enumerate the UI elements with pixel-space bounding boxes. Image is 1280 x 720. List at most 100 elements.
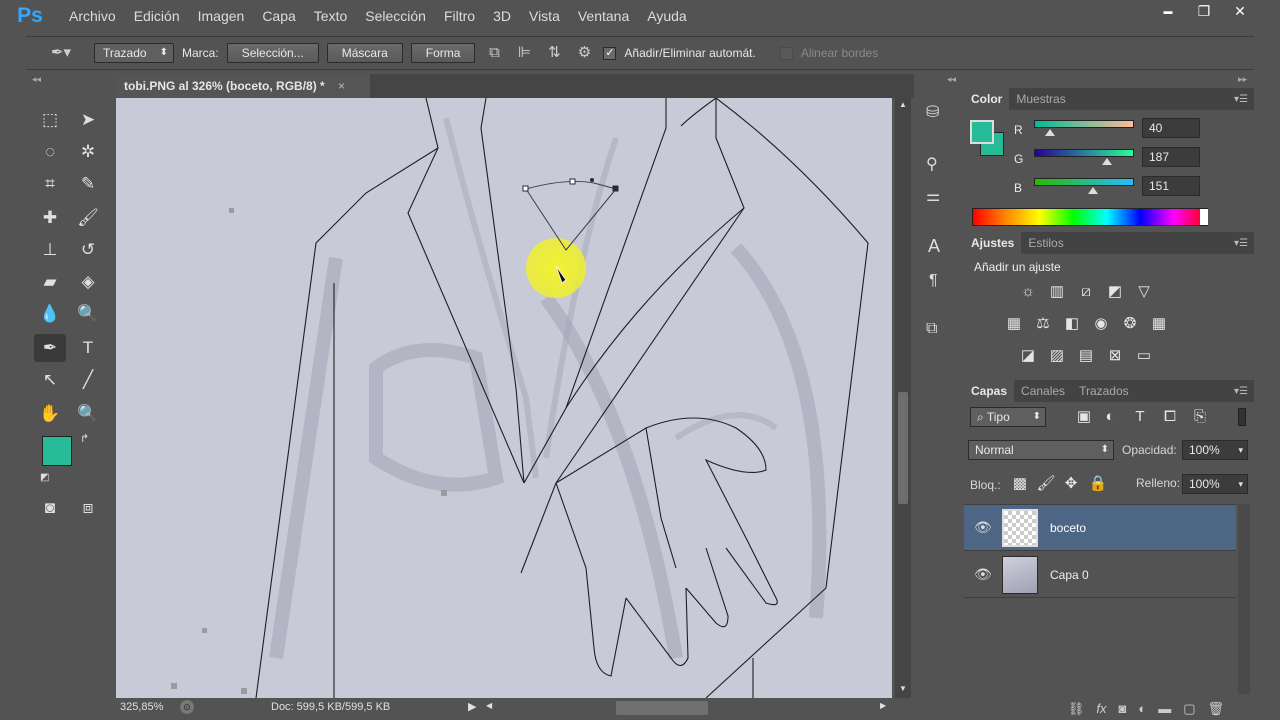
- marquee-tool-icon[interactable]: ⬚: [34, 106, 66, 134]
- swap-colors-icon[interactable]: ↱: [80, 432, 89, 445]
- magic-wand-tool-icon[interactable]: ✲: [72, 138, 104, 166]
- eyedropper-tool-icon[interactable]: ✎: [72, 170, 104, 198]
- foreground-color-swatch[interactable]: [42, 436, 72, 466]
- opacity-field[interactable]: 100% ▾: [1182, 440, 1248, 460]
- type-tool-icon[interactable]: T: [72, 334, 104, 362]
- fill-field[interactable]: 100% ▾: [1182, 474, 1248, 494]
- menu-ayuda[interactable]: Ayuda: [638, 0, 695, 32]
- brush-presets-panel-icon[interactable]: ⚲: [926, 154, 938, 174]
- align-edges-checkbox[interactable]: [779, 46, 793, 60]
- line-tool-icon[interactable]: ╱: [72, 366, 104, 394]
- share-icon[interactable]: ⊙: [180, 700, 194, 714]
- filter-shape-icon[interactable]: ⧠: [1160, 407, 1180, 427]
- tool-mode-select[interactable]: Trazado: [94, 43, 174, 63]
- restore-button[interactable]: ❐: [1186, 0, 1222, 22]
- menu-seleccion[interactable]: Selección: [356, 0, 435, 32]
- default-colors-icon[interactable]: ◩: [40, 472, 49, 483]
- paint-bucket-tool-icon[interactable]: ◈: [72, 268, 104, 296]
- eraser-tool-icon[interactable]: ▰: [34, 268, 66, 296]
- exposure-icon[interactable]: ◩: [1105, 282, 1125, 302]
- tab-swatches[interactable]: Muestras: [1009, 88, 1072, 110]
- lasso-tool-icon[interactable]: ◌: [34, 138, 66, 166]
- clone-stamp-tool-icon[interactable]: ⊥: [34, 236, 66, 264]
- path-selection-tool-icon[interactable]: ↖: [34, 366, 66, 394]
- gear-icon[interactable]: ⚙: [573, 42, 595, 64]
- menu-capa[interactable]: Capa: [253, 0, 304, 32]
- vibrance-icon[interactable]: ▽: [1134, 282, 1154, 302]
- crop-tool-icon[interactable]: ⌗: [34, 170, 66, 198]
- channel-value-field[interactable]: 187: [1142, 147, 1200, 167]
- channel-slider-thumb[interactable]: [1102, 158, 1112, 165]
- collapse-toolbox-icon[interactable]: ◂◂: [32, 74, 41, 85]
- paragraph-panel-icon[interactable]: ¶: [929, 272, 938, 290]
- tab-color[interactable]: Color: [964, 88, 1010, 110]
- tab-layers[interactable]: Capas: [964, 380, 1015, 402]
- visibility-eye-icon[interactable]: 👁: [974, 519, 992, 536]
- scrollbar-thumb[interactable]: [898, 392, 908, 504]
- invert-icon[interactable]: ◪: [1018, 346, 1038, 366]
- document-tab[interactable]: tobi.PNG al 326% (boceto, RGB/8) * ×: [114, 74, 370, 98]
- filter-smart-object-icon[interactable]: ⎘: [1190, 407, 1210, 427]
- brightness-contrast-icon[interactable]: ☼: [1018, 282, 1038, 302]
- screen-mode-icon[interactable]: ⧈: [72, 494, 104, 522]
- close-document-icon[interactable]: ×: [338, 79, 345, 93]
- tab-paths[interactable]: Trazados: [1072, 380, 1136, 402]
- scroll-up-arrow-icon[interactable]: ▲: [899, 100, 907, 109]
- brush-panel-icon[interactable]: ⚌: [926, 186, 940, 206]
- blend-mode-select[interactable]: Normal ⬍: [968, 440, 1114, 460]
- new-adjustment-layer-icon[interactable]: ◐: [1138, 698, 1146, 720]
- curves-icon[interactable]: ⧄: [1076, 282, 1096, 302]
- layer-row-capa-0[interactable]: 👁 Capa 0: [964, 552, 1236, 598]
- menu-filtro[interactable]: Filtro: [435, 0, 484, 32]
- filter-adjustment-icon[interactable]: ◐: [1100, 407, 1120, 427]
- menu-texto[interactable]: Texto: [305, 0, 356, 32]
- quick-mask-icon[interactable]: ◙: [34, 494, 66, 522]
- channel-slider[interactable]: [1034, 149, 1134, 157]
- selection-button[interactable]: Selección...: [226, 43, 319, 63]
- auto-add-delete-checkbox[interactable]: ✓: [603, 46, 617, 60]
- color-balance-icon[interactable]: ⚖: [1033, 314, 1053, 334]
- color-spectrum-ramp[interactable]: [972, 208, 1208, 226]
- history-brush-tool-icon[interactable]: ↺: [72, 236, 104, 264]
- panel-menu-icon[interactable]: ▾☰: [1234, 94, 1248, 105]
- channel-mixer-icon[interactable]: ❂: [1120, 314, 1140, 334]
- tab-styles[interactable]: Estilos: [1021, 232, 1070, 254]
- selective-color-icon[interactable]: ⊠: [1105, 346, 1125, 366]
- menu-imagen[interactable]: Imagen: [189, 0, 254, 32]
- menu-3d[interactable]: 3D: [484, 0, 520, 32]
- hue-saturation-icon[interactable]: ▦: [1004, 314, 1024, 334]
- path-operations-icon[interactable]: ⧉: [483, 42, 505, 64]
- layer-row-boceto[interactable]: 👁 boceto: [964, 505, 1236, 551]
- blur-tool-icon[interactable]: 💧: [34, 300, 66, 328]
- posterize-icon[interactable]: ▨: [1047, 346, 1067, 366]
- menu-ventana[interactable]: Ventana: [569, 0, 638, 32]
- layer-filter-select[interactable]: ⌕ Tipo ⬍: [970, 407, 1046, 427]
- panel-menu-icon[interactable]: ▾☰: [1234, 238, 1248, 249]
- properties-panel-icon[interactable]: ⧉: [926, 320, 937, 338]
- new-layer-icon[interactable]: ▢: [1183, 698, 1195, 720]
- pen-tool-preset-icon[interactable]: ✒▾: [50, 42, 72, 64]
- channel-slider[interactable]: [1034, 178, 1134, 186]
- scroll-down-arrow-icon[interactable]: ▼: [899, 684, 907, 693]
- add-mask-icon[interactable]: ◙: [1118, 698, 1126, 720]
- channel-value-field[interactable]: 151: [1142, 176, 1200, 196]
- minimize-button[interactable]: ▬: [1150, 0, 1186, 22]
- color-lookup-icon[interactable]: ▦: [1149, 314, 1169, 334]
- channel-slider-thumb[interactable]: [1088, 187, 1098, 194]
- menu-archivo[interactable]: Archivo: [60, 0, 125, 32]
- black-white-icon[interactable]: ◧: [1062, 314, 1082, 334]
- scroll-left-arrow-icon[interactable]: ◀: [486, 701, 492, 710]
- new-group-icon[interactable]: ▬: [1158, 698, 1171, 720]
- move-tool-icon[interactable]: ➤: [72, 106, 104, 134]
- threshold-icon[interactable]: ▤: [1076, 346, 1096, 366]
- vertical-scrollbar[interactable]: ▲ ▼: [895, 98, 911, 698]
- dodge-tool-icon[interactable]: 🔍: [72, 300, 104, 328]
- path-arrangement-icon[interactable]: ⇅: [543, 42, 565, 64]
- status-menu-arrow-icon[interactable]: ▶: [468, 700, 476, 713]
- scroll-right-arrow-icon[interactable]: ▶: [880, 701, 886, 710]
- lock-position-icon[interactable]: ✥: [1061, 474, 1081, 494]
- zoom-level[interactable]: 325,85%: [120, 701, 163, 713]
- tab-channels[interactable]: Canales: [1014, 380, 1072, 402]
- pen-tool-icon[interactable]: ✒: [34, 334, 66, 362]
- layers-scroll-track[interactable]: [1238, 504, 1250, 694]
